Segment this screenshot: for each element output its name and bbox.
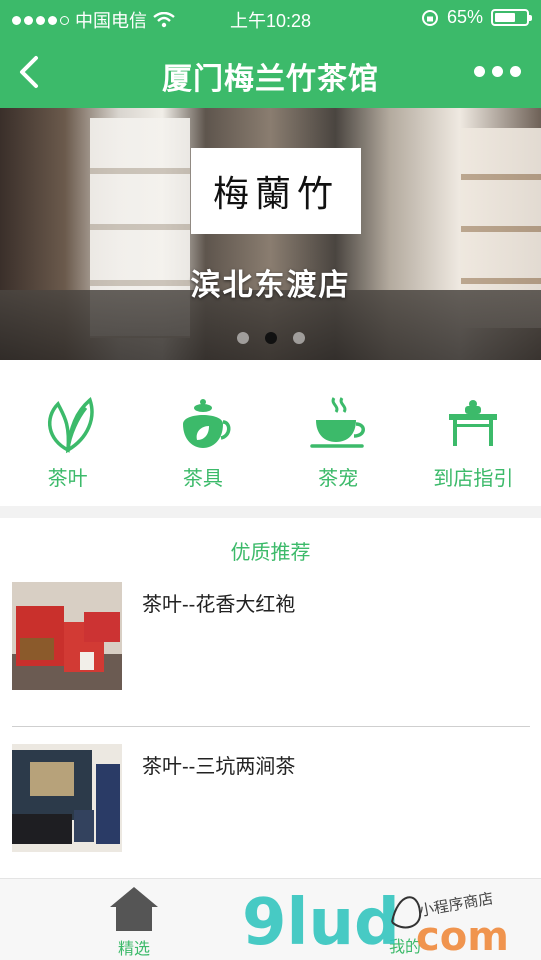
product-item[interactable]: 茶叶--三坑两涧茶 [12,744,530,854]
battery-icon [491,9,532,26]
section-title: 优质推荐 [230,542,311,564]
tab-featured[interactable]: 精选 [94,883,174,959]
status-bar: 中国电信 上午10:28 65% [0,0,541,36]
product-name: 茶叶--三坑两涧茶 [142,756,296,778]
carousel-dot[interactable] [264,332,277,344]
category-tea-pets[interactable]: 茶宠 [271,360,406,506]
category-nav: 茶叶 茶具 茶宠 到店指引 [0,360,541,506]
battery-area: 65% [421,7,532,28]
more-options-icon[interactable] [474,66,521,77]
rotation-lock-icon [421,9,438,26]
tab-label: 精选 [117,941,150,958]
navigation-bar: 厦门梅兰竹茶馆 [0,36,541,108]
page-title: 厦门梅兰竹茶馆 [162,63,379,96]
teapot-icon [182,399,231,448]
store-sign: 梅蘭竹 [191,148,361,234]
product-image [12,582,122,690]
category-label: 茶宠 [318,468,359,490]
category-directions[interactable]: 到店指引 [406,360,541,506]
battery-percent: 65% [446,7,483,27]
category-teaware[interactable]: 茶具 [135,360,270,506]
product-divider [12,726,530,727]
tea-leaf-icon [47,396,94,454]
category-tea[interactable]: 茶叶 [0,360,135,506]
store-banner[interactable]: 梅蘭竹 滨北东渡店 [0,108,541,360]
table-icon [449,400,498,446]
home-icon [110,887,158,931]
carousel-dot[interactable] [292,332,305,344]
product-image [12,744,122,852]
watermark-suffix: com [416,914,509,954]
category-label: 茶叶 [47,468,88,490]
tea-cup-icon [310,397,366,448]
watermark-logo: 9lud com 小程序商店 [242,886,509,954]
category-label: 茶具 [182,468,223,490]
carousel-dot[interactable] [236,332,249,344]
store-branch-name: 滨北东渡店 [190,269,351,302]
category-label: 到店指引 [433,468,514,490]
carousel-indicators[interactable] [0,332,541,344]
recommended-section: 优质推荐 茶叶--花香大红袍 茶叶--三坑两涧茶 [0,518,541,878]
product-item[interactable]: 茶叶--花香大红袍 [12,582,530,692]
watermark-brand: 9lud [242,886,400,954]
product-name: 茶叶--花香大红袍 [142,594,296,616]
